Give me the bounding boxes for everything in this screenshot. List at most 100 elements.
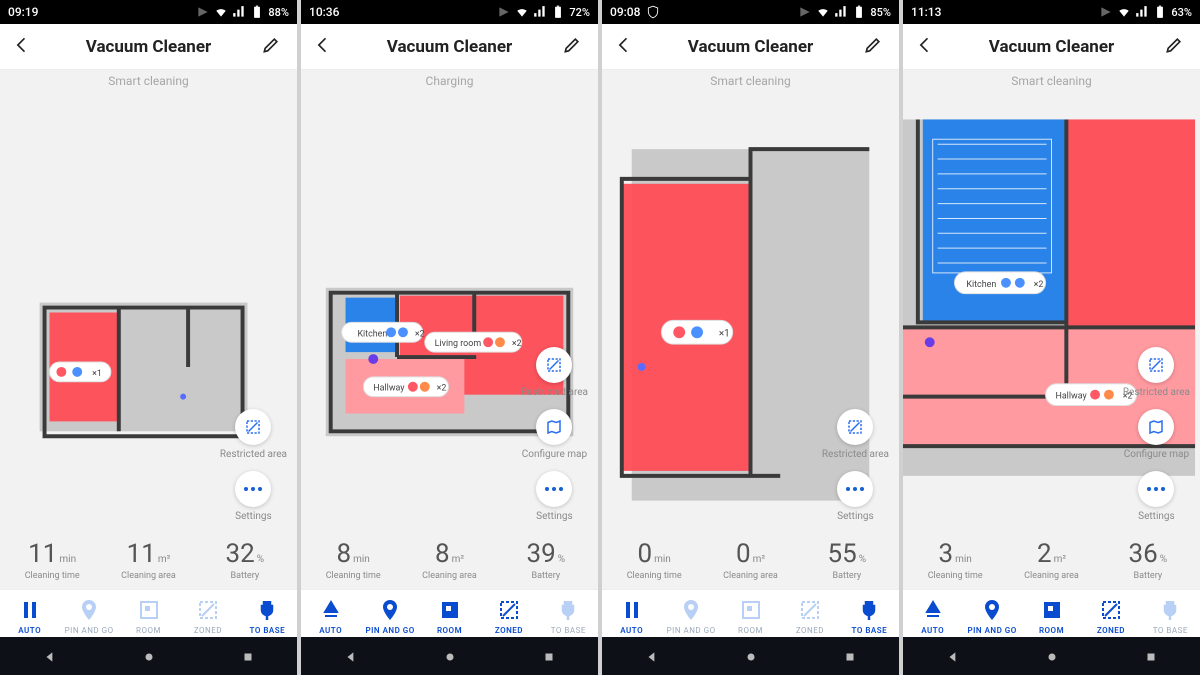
configure-label: Configure map — [522, 449, 587, 461]
action-zoned[interactable]: ZONED — [479, 598, 538, 635]
room-label: Hallway — [1055, 392, 1087, 402]
settings-label: Settings — [1138, 511, 1175, 523]
svg-text:×2: ×2 — [415, 329, 425, 339]
restricted-area-button[interactable] — [1138, 347, 1174, 383]
action-auto[interactable]: AUTO — [602, 598, 661, 635]
more-icon — [545, 487, 563, 491]
nav-home-icon[interactable] — [1045, 649, 1059, 663]
action-tobase[interactable]: TO BASE — [840, 598, 899, 635]
floor-map[interactable]: Kitchen ×2 Living room ×2 Hallway — [301, 90, 598, 535]
page-title: Vacuum Cleaner — [638, 37, 863, 57]
configure-map-button[interactable] — [1138, 409, 1174, 445]
header: Vacuum Cleaner — [903, 24, 1200, 70]
settings-button[interactable] — [235, 471, 271, 507]
nav-recent-icon[interactable] — [1144, 649, 1158, 663]
back-button[interactable] — [313, 35, 337, 59]
action-room[interactable]: ROOM — [721, 598, 780, 635]
action-pin[interactable]: PIN AND GO — [962, 598, 1021, 635]
more-icon — [846, 487, 864, 491]
stat-battery: 55%Battery — [799, 541, 895, 581]
nav-home-icon[interactable] — [443, 649, 457, 663]
nav-back-icon[interactable] — [645, 649, 659, 663]
nav-back-icon[interactable] — [946, 649, 960, 663]
page-title: Vacuum Cleaner — [36, 37, 261, 57]
pin-icon — [77, 598, 101, 622]
status-icons: 88% — [196, 5, 289, 19]
status-time: 11:13 — [911, 5, 941, 19]
action-auto[interactable]: AUTO — [301, 598, 360, 635]
nav-back-icon[interactable] — [43, 649, 57, 663]
pin-icon — [679, 598, 703, 622]
wifi-icon — [816, 5, 830, 19]
nav-back-icon[interactable] — [344, 649, 358, 663]
nav-home-icon[interactable] — [142, 649, 156, 663]
nav-recent-icon[interactable] — [241, 649, 255, 663]
plug-icon — [1158, 598, 1182, 622]
edit-button[interactable] — [1164, 35, 1188, 59]
floor-map[interactable]: ×1 Restricted area Settings — [602, 90, 899, 535]
back-button[interactable] — [12, 35, 36, 59]
signal-icon — [834, 5, 848, 19]
status-time: 09:19 — [8, 5, 38, 19]
edit-button[interactable] — [261, 35, 285, 59]
action-tobase[interactable]: TO BASE — [539, 598, 598, 635]
restricted-area-button[interactable] — [536, 347, 572, 383]
action-zoned[interactable]: ZONED — [1081, 598, 1140, 635]
restricted-area-button[interactable] — [235, 409, 271, 445]
floor-map[interactable]: ×1 Restricted area Settings — [0, 90, 297, 535]
pin-icon — [378, 598, 402, 622]
page-title: Vacuum Cleaner — [337, 37, 562, 57]
action-auto[interactable]: AUTO — [903, 598, 962, 635]
header: Vacuum Cleaner — [602, 24, 899, 70]
settings-button[interactable] — [1138, 471, 1174, 507]
settings-label: Settings — [536, 511, 573, 523]
floor-map[interactable]: Kitchen ×2 Hallway ×2 Restricted area — [903, 90, 1200, 535]
action-room[interactable]: ROOM — [1022, 598, 1081, 635]
more-icon — [244, 487, 262, 491]
stat-area: 2m²Cleaning area — [1003, 541, 1099, 581]
header: Vacuum Cleaner — [0, 24, 297, 70]
restricted-area-button[interactable] — [837, 409, 873, 445]
status-subtitle: Smart cleaning — [602, 70, 899, 90]
action-zoned[interactable]: ZONED — [780, 598, 839, 635]
settings-button[interactable] — [536, 471, 572, 507]
nav-recent-icon[interactable] — [542, 649, 556, 663]
battery-icon — [250, 5, 264, 19]
action-pin[interactable]: PIN AND GO — [360, 598, 419, 635]
wifi-icon — [1117, 5, 1131, 19]
action-pin[interactable]: PIN AND GO — [661, 598, 720, 635]
nfc-icon — [196, 5, 210, 19]
edit-button[interactable] — [863, 35, 887, 59]
action-room[interactable]: ROOM — [119, 598, 178, 635]
configure-map-button[interactable] — [536, 409, 572, 445]
restricted-label: Restricted area — [822, 449, 889, 461]
status-time: 10:36 — [309, 5, 339, 19]
action-auto[interactable]: AUTO — [0, 598, 59, 635]
configure-label: Configure map — [1124, 449, 1189, 461]
battery-icon — [852, 5, 866, 19]
back-button[interactable] — [614, 35, 638, 59]
signal-icon — [232, 5, 246, 19]
phone-screen-4: 11:13 63% Vacuum Cleaner Smart cleaning — [903, 0, 1200, 675]
back-button[interactable] — [915, 35, 939, 59]
status-bar: 09:08 85% — [602, 0, 899, 24]
android-nav — [602, 637, 899, 675]
edit-button[interactable] — [562, 35, 586, 59]
status-bar: 11:13 63% — [903, 0, 1200, 24]
plug-icon — [556, 598, 580, 622]
shield-icon — [646, 5, 660, 19]
action-tobase[interactable]: TO BASE — [1141, 598, 1200, 635]
action-zoned[interactable]: ZONED — [178, 598, 237, 635]
room-label: Hallway — [373, 384, 405, 394]
plug-icon — [857, 598, 881, 622]
nav-home-icon[interactable] — [744, 649, 758, 663]
nav-recent-icon[interactable] — [843, 649, 857, 663]
stats-row: 0minCleaning time 0m²Cleaning area 55%Ba… — [602, 535, 899, 589]
room-icon — [137, 598, 161, 622]
phone-screen-3: 09:08 85% Vacuum Cleaner Smart cleaning — [602, 0, 899, 675]
action-room[interactable]: ROOM — [420, 598, 479, 635]
action-pin[interactable]: PIN AND GO — [59, 598, 118, 635]
action-tobase[interactable]: TO BASE — [238, 598, 297, 635]
phone-screen-1: 09:19 88% Vacuum Cleaner Smart cleaning — [0, 0, 297, 675]
settings-button[interactable] — [837, 471, 873, 507]
